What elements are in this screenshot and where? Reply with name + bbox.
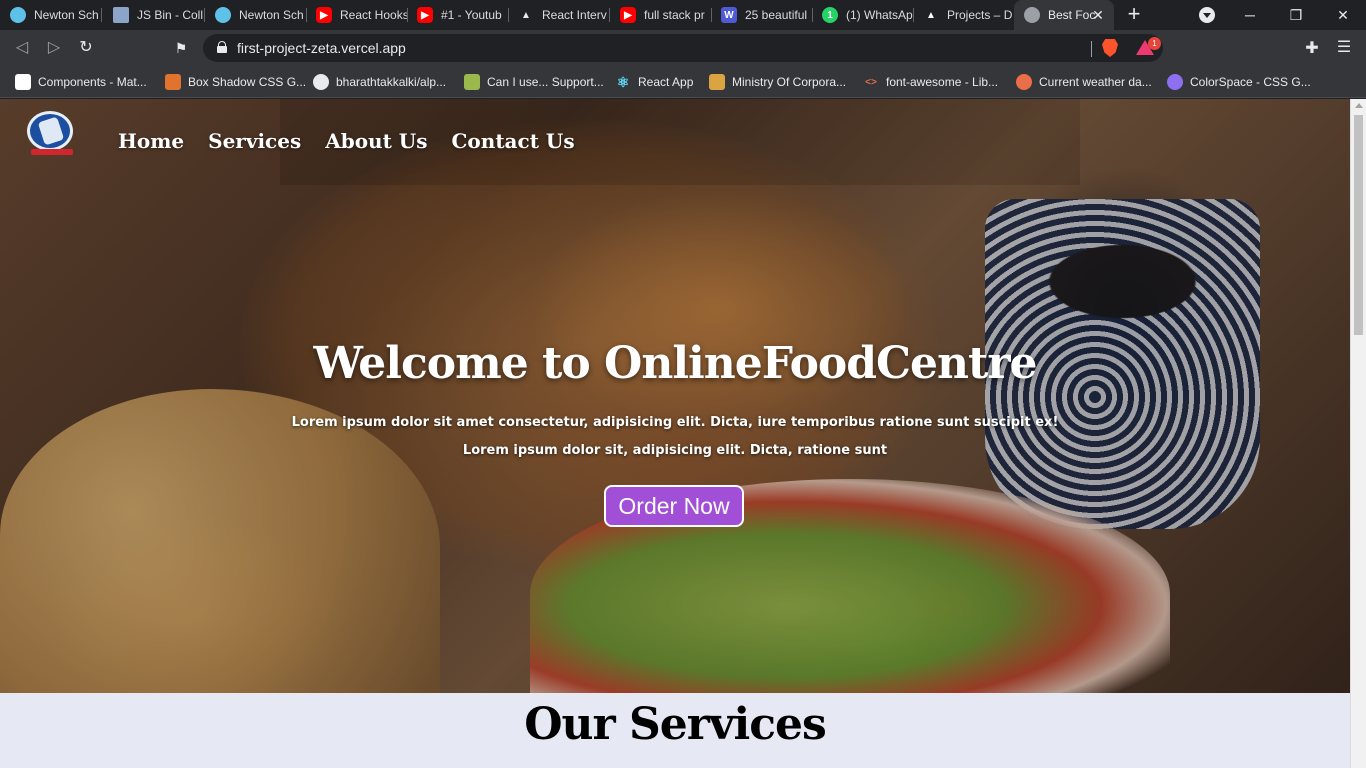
page-scrollbar[interactable] bbox=[1350, 99, 1366, 768]
tab-title: Projects – D bbox=[947, 8, 1013, 22]
code-icon: <> bbox=[865, 76, 877, 88]
tab-3[interactable]: ▶ React Hooks bbox=[306, 0, 408, 30]
nav-contact-link[interactable]: Contact Us bbox=[452, 129, 575, 153]
back-button[interactable]: ◁ bbox=[10, 36, 34, 60]
bookmark-0[interactable]: Components - Mat... bbox=[15, 71, 147, 93]
minimize-button[interactable]: ─ bbox=[1227, 0, 1273, 30]
w-icon: W bbox=[721, 7, 737, 23]
tab-title: (1) WhatsAp bbox=[846, 8, 913, 22]
order-now-button[interactable]: Order Now bbox=[604, 485, 744, 527]
bookmark-8[interactable]: ColorSpace - CSS G... bbox=[1167, 71, 1311, 93]
tab-title: Newton Sch bbox=[239, 8, 304, 22]
tab-title: #1 - Youtub bbox=[441, 8, 502, 22]
vercel-icon: ▲ bbox=[926, 9, 936, 21]
bookmark-favicon bbox=[464, 74, 480, 90]
whatsapp-icon: 1 bbox=[822, 7, 838, 23]
bookmark-2[interactable]: bharathtakkalki/alp... bbox=[313, 71, 446, 93]
tab-6[interactable]: ▶ full stack pr bbox=[610, 0, 712, 30]
mountain-icon: ▲ bbox=[521, 9, 531, 21]
bookmark-favicon bbox=[1167, 74, 1183, 90]
bookmark-favicon bbox=[165, 74, 181, 90]
bookmark-title: font-awesome - Lib... bbox=[886, 75, 999, 89]
browser-toolbar: ◁ ▷ ↻ ⚑ first-project-zeta.vercel.app 1 … bbox=[0, 30, 1366, 66]
tab-8[interactable]: 1 (1) WhatsAp bbox=[812, 0, 914, 30]
reload-button[interactable]: ↻ bbox=[74, 36, 98, 60]
extensions-icon[interactable]: ✚ bbox=[1302, 38, 1322, 58]
page-viewport: Home Services About Us Contact Us Welcom… bbox=[0, 99, 1366, 768]
lock-icon bbox=[217, 41, 227, 53]
tab-7[interactable]: W 25 beautiful bbox=[711, 0, 813, 30]
bookmark-title: ColorSpace - CSS G... bbox=[1190, 75, 1311, 89]
scroll-thumb[interactable] bbox=[1354, 115, 1363, 335]
newton-icon bbox=[10, 7, 26, 23]
tab-strip: Newton Sch JS Bin - Coll Newton Sch ▶ Rea… bbox=[0, 0, 1366, 30]
tab-9[interactable]: ▲ Projects – D bbox=[913, 0, 1015, 30]
scroll-up-icon[interactable] bbox=[1355, 103, 1363, 108]
bookmark-title: Current weather da... bbox=[1039, 75, 1152, 89]
bookmark-favicon bbox=[15, 74, 31, 90]
tab-title: Newton Sch bbox=[34, 8, 99, 22]
bookmark-title: bharathtakkalki/alp... bbox=[336, 75, 447, 89]
tab-title: 25 beautiful bbox=[745, 8, 808, 22]
bookmarks-bar: Components - Mat... Box Shadow CSS G... … bbox=[0, 66, 1366, 98]
globe-icon bbox=[1024, 7, 1040, 23]
youtube-icon: ▶ bbox=[316, 7, 332, 23]
rewards-badge: 1 bbox=[1148, 37, 1161, 50]
bookmark-title: Box Shadow CSS G... bbox=[188, 75, 307, 89]
github-icon bbox=[313, 74, 329, 90]
nav-links: Home Services About Us Contact Us bbox=[118, 129, 599, 153]
jsbin-icon bbox=[113, 7, 129, 23]
bookmark-title: Components - Mat... bbox=[38, 75, 147, 89]
bookmark-title: Ministry Of Corpora... bbox=[732, 75, 847, 89]
address-bar[interactable]: first-project-zeta.vercel.app 1 bbox=[203, 34, 1163, 62]
bookmark-6[interactable]: <> font-awesome - Lib... bbox=[863, 71, 998, 93]
site-navbar: Home Services About Us Contact Us bbox=[0, 99, 1350, 185]
tab-0[interactable]: Newton Sch bbox=[0, 0, 102, 30]
nav-home-link[interactable]: Home bbox=[118, 129, 184, 153]
hero-section: Home Services About Us Contact Us Welcom… bbox=[0, 99, 1350, 693]
site-logo[interactable] bbox=[27, 111, 77, 157]
bookmark-title: Can I use... Support... bbox=[487, 75, 604, 89]
restore-button[interactable]: ❐ bbox=[1273, 0, 1319, 30]
close-tab-icon[interactable]: ✕ bbox=[1090, 7, 1106, 23]
hero-title: Welcome to OnlineFoodCentre bbox=[313, 338, 1037, 389]
url-text[interactable]: first-project-zeta.vercel.app bbox=[237, 40, 406, 56]
new-tab-button[interactable]: + bbox=[1122, 3, 1146, 27]
tab-4[interactable]: ▶ #1 - Youtub bbox=[407, 0, 509, 30]
close-window-button[interactable]: ✕ bbox=[1320, 0, 1366, 30]
bookmark-favicon bbox=[1016, 74, 1032, 90]
nav-about-link[interactable]: About Us bbox=[325, 129, 427, 153]
brave-shields-icon[interactable] bbox=[1102, 39, 1118, 57]
forward-button[interactable]: ▷ bbox=[42, 36, 66, 60]
bookmark-title: React App bbox=[638, 75, 694, 89]
tab-title: React Interv bbox=[542, 8, 607, 22]
youtube-icon: ▶ bbox=[620, 7, 636, 23]
tab-5[interactable]: ▲ React Interv bbox=[508, 0, 610, 30]
hero-description-line2: Lorem ipsum dolor sit, adipisicing elit.… bbox=[462, 443, 888, 458]
tab-search-icon[interactable] bbox=[1199, 7, 1215, 23]
bookmark-4[interactable]: ⚛ React App bbox=[615, 71, 694, 93]
react-icon: ⚛ bbox=[616, 73, 630, 90]
services-heading: Our Services bbox=[524, 699, 827, 750]
bookmark-3[interactable]: Can I use... Support... bbox=[464, 71, 604, 93]
tab-title: React Hooks bbox=[340, 8, 408, 22]
tab-2[interactable]: Newton Sch bbox=[205, 0, 307, 30]
hero-description-line1: Lorem ipsum dolor sit amet consectetur, … bbox=[291, 415, 1059, 430]
bookmark-icon[interactable]: ⚑ bbox=[169, 36, 193, 60]
tab-active[interactable]: Best Foc ✕ bbox=[1014, 0, 1114, 30]
tab-1[interactable]: JS Bin - Coll bbox=[103, 0, 205, 30]
tab-title: full stack pr bbox=[644, 8, 705, 22]
newton-icon bbox=[215, 7, 231, 23]
menu-icon[interactable]: ☰ bbox=[1334, 36, 1354, 60]
tab-title: Best Foc bbox=[1048, 8, 1096, 22]
bookmark-favicon bbox=[709, 74, 725, 90]
youtube-icon: ▶ bbox=[417, 7, 433, 23]
bookmark-7[interactable]: Current weather da... bbox=[1016, 71, 1152, 93]
bookmark-1[interactable]: Box Shadow CSS G... bbox=[165, 71, 306, 93]
tab-title: JS Bin - Coll bbox=[137, 8, 204, 22]
nav-services-link[interactable]: Services bbox=[208, 129, 301, 153]
bookmark-5[interactable]: Ministry Of Corpora... bbox=[709, 71, 846, 93]
